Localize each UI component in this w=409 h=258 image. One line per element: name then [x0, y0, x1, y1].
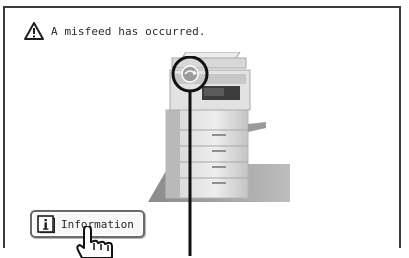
jam-location-callout [171, 56, 209, 256]
alert-message-row: A misfeed has occurred. [24, 20, 206, 42]
warning-triangle-icon [24, 22, 44, 40]
info-icon [37, 214, 55, 233]
alert-text: A misfeed has occurred. [51, 24, 206, 38]
hand-pointer-icon [76, 226, 113, 258]
